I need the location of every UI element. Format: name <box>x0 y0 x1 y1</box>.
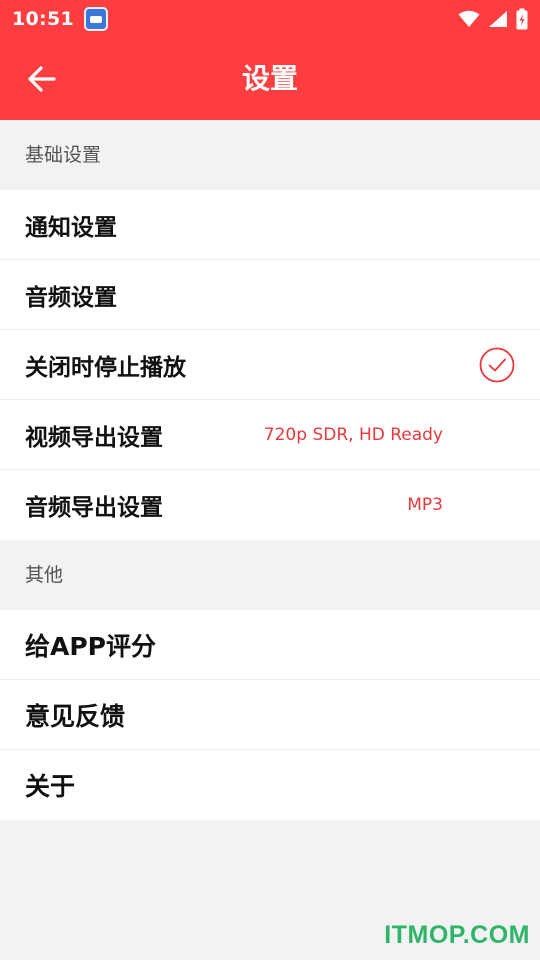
setting-rate-app[interactable]: 给APP评分 <box>0 610 540 680</box>
wifi-icon <box>458 10 480 27</box>
setting-label: 关闭时停止播放 <box>25 354 186 381</box>
setting-label: 音频设置 <box>25 284 117 311</box>
setting-about[interactable]: 关于 <box>0 750 540 820</box>
setting-label: 关于 <box>25 772 76 801</box>
setting-stop-on-close[interactable]: 关闭时停止播放 <box>0 330 540 400</box>
cell-signal-icon <box>489 11 507 27</box>
bus-app-icon <box>83 7 108 31</box>
setting-label: 意见反馈 <box>25 701 126 731</box>
setting-audio[interactable]: 音频设置 <box>0 260 540 330</box>
settings-content: 基础设置 通知设置 音频设置 关闭时停止播放 视频导出设置 720p SDR, … <box>0 120 540 820</box>
status-time: 10:51 <box>12 8 74 30</box>
settings-list-other: 给APP评分 意见反馈 关于 <box>0 610 540 820</box>
section-header-basic: 基础设置 <box>0 120 540 190</box>
settings-list-basic: 通知设置 音频设置 关闭时停止播放 视频导出设置 720p SDR, HD Re… <box>0 190 540 540</box>
checkmark-circle-icon[interactable] <box>479 347 515 383</box>
setting-value: MP3 <box>407 495 443 515</box>
setting-notification[interactable]: 通知设置 <box>0 190 540 260</box>
setting-video-export[interactable]: 视频导出设置 720p SDR, HD Ready <box>0 400 540 470</box>
status-bar: 10:51 <box>0 0 540 38</box>
setting-audio-export[interactable]: 音频导出设置 MP3 <box>0 470 540 540</box>
setting-label: 视频导出设置 <box>25 424 163 451</box>
setting-feedback[interactable]: 意见反馈 <box>0 680 540 750</box>
section-header-other: 其他 <box>0 540 540 610</box>
watermark: ITMOP.COM <box>384 921 530 949</box>
setting-value: 720p SDR, HD Ready <box>263 425 443 445</box>
setting-label: 通知设置 <box>25 214 117 241</box>
setting-label: 音频导出设置 <box>25 495 163 521</box>
app-bar: 设置 <box>0 38 540 120</box>
battery-charging-icon <box>516 8 528 30</box>
status-icons <box>458 8 528 30</box>
setting-label: 给APP评分 <box>25 631 156 661</box>
page-title: 设置 <box>241 62 298 95</box>
